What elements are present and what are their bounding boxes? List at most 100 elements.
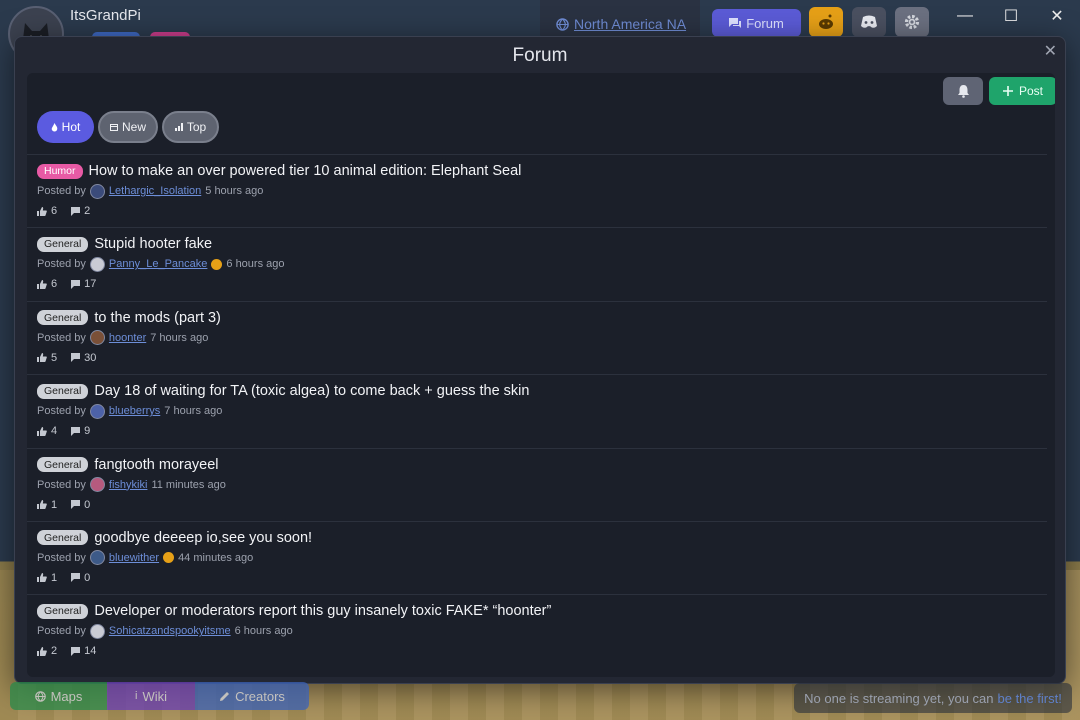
author-avatar [89, 623, 105, 639]
like-count[interactable]: 1 [37, 572, 57, 584]
author-link[interactable]: Sohicatzandspookyitsme [109, 625, 231, 637]
globe-icon [556, 17, 569, 31]
like-count[interactable]: 5 [37, 352, 57, 364]
author-avatar [89, 183, 105, 199]
settings-button[interactable] [895, 7, 929, 37]
comment-count-value: 17 [84, 278, 97, 291]
forum-tab-label: Forum [746, 15, 784, 31]
region-label: North America NA [574, 16, 687, 32]
post-title[interactable]: fangtooth morayeel [94, 457, 218, 473]
comment-count-value: 14 [84, 645, 97, 658]
reddit-button[interactable] [809, 7, 843, 37]
maps-button[interactable]: Maps [10, 682, 107, 710]
post-item[interactable]: General Developer or moderators report t… [27, 594, 1047, 667]
post-item[interactable]: General to the mods (part 3) Posted by h… [27, 300, 1047, 374]
comment-icon [71, 206, 81, 216]
like-count[interactable]: 6 [37, 278, 57, 290]
gear-icon [904, 14, 920, 30]
comment-count[interactable]: 30 [71, 352, 96, 364]
window-maximize-button[interactable]: ☐ [988, 0, 1034, 32]
forum-tab[interactable]: Forum [712, 9, 801, 37]
post-title[interactable]: Day 18 of waiting for TA (toxic algea) t… [94, 383, 529, 399]
plus-icon [1002, 86, 1013, 96]
comment-count-value: 0 [84, 571, 91, 584]
notifications-button[interactable] [943, 77, 983, 105]
discord-button[interactable] [852, 7, 886, 37]
category-tag[interactable]: General [37, 530, 89, 546]
stream-link[interactable]: be the first! [998, 691, 1062, 706]
comment-count[interactable]: 0 [71, 572, 90, 584]
post-title[interactable]: to the mods (part 3) [94, 310, 221, 326]
post-time: 7 hours ago [150, 331, 209, 344]
bottom-nav: Maps i Wiki Creators [10, 682, 309, 710]
comment-count[interactable]: 9 [71, 425, 90, 437]
post-item[interactable]: General Stupid hooter fake Posted by Pan… [27, 227, 1047, 300]
thumbs-up-icon [37, 426, 47, 436]
author-link[interactable]: Lethargic_Isolation [109, 185, 201, 197]
wiki-button[interactable]: i Wiki [107, 682, 195, 710]
category-tag[interactable]: General [37, 310, 89, 326]
comment-count-value: 2 [84, 205, 91, 217]
author-badge-icon [211, 258, 223, 270]
comment-icon [71, 500, 81, 510]
author-badge-icon [163, 552, 175, 564]
forum-panel: Post Hot New Top Humor How to make an ov… [27, 73, 1055, 677]
window-minimize-button[interactable]: — [942, 0, 988, 32]
posted-by-label: Posted by [37, 625, 86, 638]
category-tag[interactable]: General [37, 383, 89, 399]
author-link[interactable]: blueberrys [109, 405, 160, 417]
like-count[interactable]: 4 [37, 425, 57, 437]
comment-count[interactable]: 2 [71, 205, 90, 217]
post-item[interactable]: General Day 18 of waiting for TA (toxic … [27, 374, 1047, 447]
like-count[interactable]: 2 [37, 645, 57, 657]
author-link[interactable]: hoonter [109, 332, 146, 344]
username[interactable]: ItsGrandPi [70, 7, 141, 24]
stream-notice: No one is streaming yet, you can be the … [794, 683, 1072, 713]
region-selector[interactable]: North America NA [556, 16, 686, 32]
author-link[interactable]: fishykiki [109, 479, 148, 491]
author-link[interactable]: bluewither [109, 552, 159, 564]
author-link[interactable]: Panny_Le_Pancake [109, 258, 207, 270]
creators-label: Creators [235, 688, 285, 704]
comment-count-value: 9 [84, 425, 91, 438]
like-count[interactable]: 1 [37, 499, 57, 511]
forum-modal: Forum ✕ Post Hot New Top Humor How to ma… [14, 36, 1066, 684]
post-item[interactable]: General goodbye deeeep io,see you soon! … [27, 520, 1047, 594]
sort-top-button[interactable]: Top [162, 111, 219, 143]
like-count-value: 1 [51, 498, 58, 511]
sort-hot-button[interactable]: Hot [37, 111, 94, 143]
post-item[interactable]: General fangtooth morayeel Posted by fis… [27, 447, 1047, 521]
post-title[interactable]: goodbye deeeep io,see you soon! [94, 530, 312, 546]
comment-count[interactable]: 0 [71, 499, 90, 511]
comment-icon [71, 426, 81, 436]
post-title[interactable]: How to make an over powered tier 10 anim… [89, 163, 522, 179]
category-tag[interactable]: Humor [37, 163, 83, 179]
comment-count[interactable]: 14 [71, 645, 96, 657]
creators-button[interactable]: Creators [195, 682, 309, 710]
sort-new-button[interactable]: New [98, 111, 158, 143]
globe-icon [34, 690, 46, 702]
post-time: 5 hours ago [205, 185, 264, 197]
category-tag[interactable]: General [37, 236, 89, 252]
post-item[interactable]: Humor How to make an over powered tier 1… [27, 154, 1047, 227]
category-tag[interactable]: General [37, 457, 89, 473]
post-title[interactable]: Stupid hooter fake [94, 236, 212, 252]
comment-count[interactable]: 17 [71, 278, 96, 290]
new-post-button[interactable]: Post [989, 77, 1055, 105]
author-avatar [89, 477, 105, 493]
comment-icon [71, 646, 81, 656]
post-title[interactable]: Developer or moderators report this guy … [94, 603, 551, 619]
window-close-button[interactable]: ✕ [1034, 0, 1080, 32]
like-count[interactable]: 6 [37, 205, 57, 217]
comment-icon [71, 353, 81, 363]
category-tag[interactable]: General [37, 603, 89, 619]
post-time: 7 hours ago [164, 405, 223, 418]
pencil-icon [220, 691, 230, 701]
like-count-value: 6 [51, 205, 58, 217]
author-avatar [89, 330, 105, 346]
modal-close-button[interactable]: ✕ [1044, 41, 1057, 61]
like-count-value: 2 [51, 645, 58, 658]
sort-new-label: New [121, 120, 146, 134]
reddit-icon [819, 14, 833, 29]
comment-icon [71, 573, 81, 583]
